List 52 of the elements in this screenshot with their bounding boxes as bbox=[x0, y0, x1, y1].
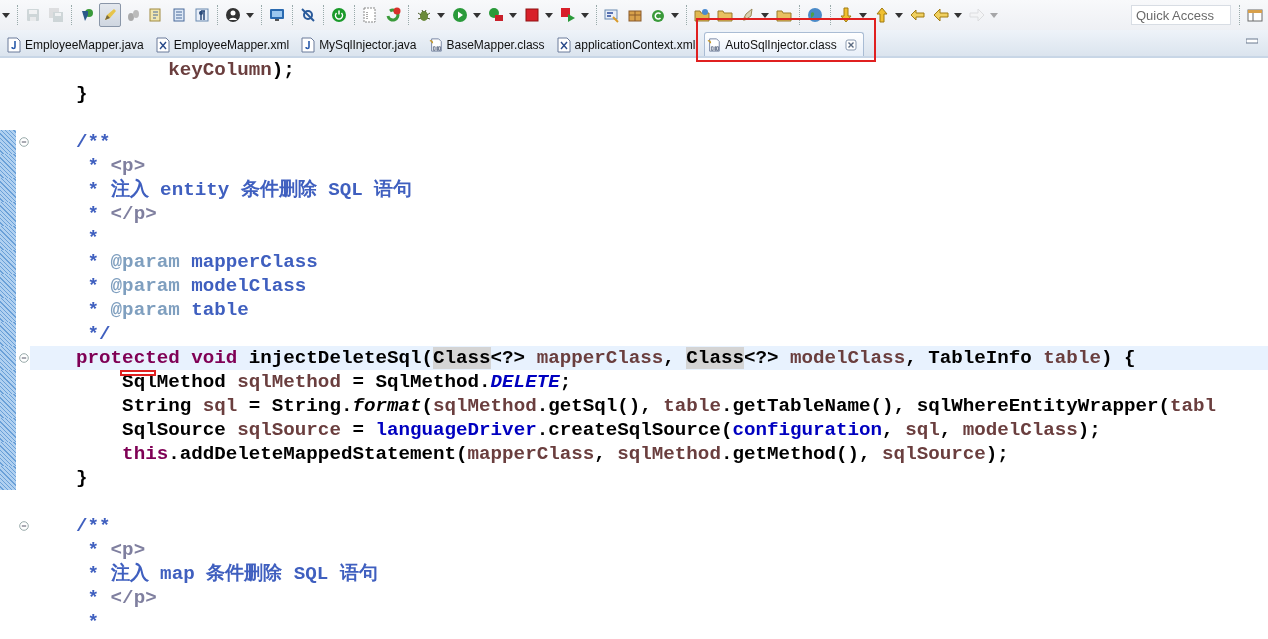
caret-icon[interactable] bbox=[246, 12, 254, 18]
code-line: * @param mapperClass bbox=[86, 251, 318, 273]
caret-icon[interactable] bbox=[473, 12, 481, 18]
code-line: * @param table bbox=[86, 299, 249, 321]
code-line: protected void injectDeleteSql(Class<?> mapperClass, Class<?> modelClass, TableInfo table) { bbox=[75, 347, 1136, 369]
caret-icon[interactable] bbox=[581, 12, 589, 18]
close-icon[interactable] bbox=[844, 38, 857, 51]
code-line: */ bbox=[86, 323, 111, 345]
java-file-icon bbox=[301, 36, 316, 53]
code-line: * </p> bbox=[86, 587, 157, 609]
code-line: /** bbox=[75, 515, 111, 537]
fold-toggle-icon[interactable] bbox=[19, 353, 29, 363]
caret-icon[interactable] bbox=[859, 12, 867, 18]
editor-tab[interactable]: MySqlInjector.java bbox=[298, 32, 426, 56]
xml-file-icon bbox=[556, 36, 571, 53]
editor-tab[interactable]: applicationContext.xml bbox=[553, 32, 705, 56]
minimize-icon[interactable] bbox=[1246, 38, 1258, 44]
editor-tab[interactable]: AutoSqlInjector.class bbox=[704, 32, 864, 56]
code-line: } bbox=[75, 467, 88, 489]
fold-toggle-icon[interactable] bbox=[19, 521, 29, 531]
code-line: SqlSource sqlSource = languageDriver.createSqlSource(configuration, sql, modelClass); bbox=[121, 419, 1101, 441]
quick-access-field[interactable]: Quick Access bbox=[1131, 5, 1231, 25]
class-file-icon bbox=[707, 36, 722, 53]
caret-icon[interactable] bbox=[437, 12, 445, 18]
editor-tab[interactable]: EmployeeMapper.xml bbox=[152, 32, 299, 56]
code-line: * 注入 map 条件删除 SQL 语句 bbox=[86, 563, 378, 585]
code-line: SqlMethod sqlMethod = SqlMethod.DELETE; bbox=[121, 371, 572, 393]
editor-tab[interactable]: BaseMapper.class bbox=[425, 32, 554, 56]
code-line: } bbox=[75, 83, 88, 105]
code-line: this.addDeleteMappedStatement(mapperClass, sqlMethod.getMethod(), sqlSource); bbox=[121, 443, 1009, 465]
code-line: * @param modelClass bbox=[86, 275, 307, 297]
code-line: /** bbox=[75, 131, 111, 153]
code-line: * bbox=[86, 227, 100, 249]
code-line: * 注入 entity 条件删除 SQL 语句 bbox=[86, 179, 413, 201]
class-file-icon bbox=[428, 36, 443, 53]
xml-file-icon bbox=[155, 36, 170, 53]
caret-icon[interactable] bbox=[509, 12, 517, 18]
caret-icon[interactable] bbox=[761, 12, 769, 18]
caret-icon[interactable] bbox=[671, 12, 679, 18]
caret-icon[interactable] bbox=[545, 12, 553, 18]
code-line: * <p> bbox=[86, 155, 146, 177]
code-line: keyColumn); bbox=[167, 59, 295, 81]
code-line: * </p> bbox=[86, 203, 157, 225]
code-line: String sql = String.format(sqlMethod.getSql(), table.getTableName(), sqlWhereEntityWrapper(tabl bbox=[121, 395, 1217, 417]
editor-tab[interactable]: EmployeeMapper.java bbox=[4, 32, 153, 56]
caret-icon[interactable] bbox=[895, 12, 903, 18]
caret-icon[interactable] bbox=[2, 12, 10, 18]
caret-icon[interactable] bbox=[954, 12, 962, 18]
code-line: * <p> bbox=[86, 539, 146, 561]
fold-toggle-icon[interactable] bbox=[19, 137, 29, 147]
java-file-icon bbox=[7, 36, 21, 53]
code-line: * bbox=[86, 611, 100, 633]
